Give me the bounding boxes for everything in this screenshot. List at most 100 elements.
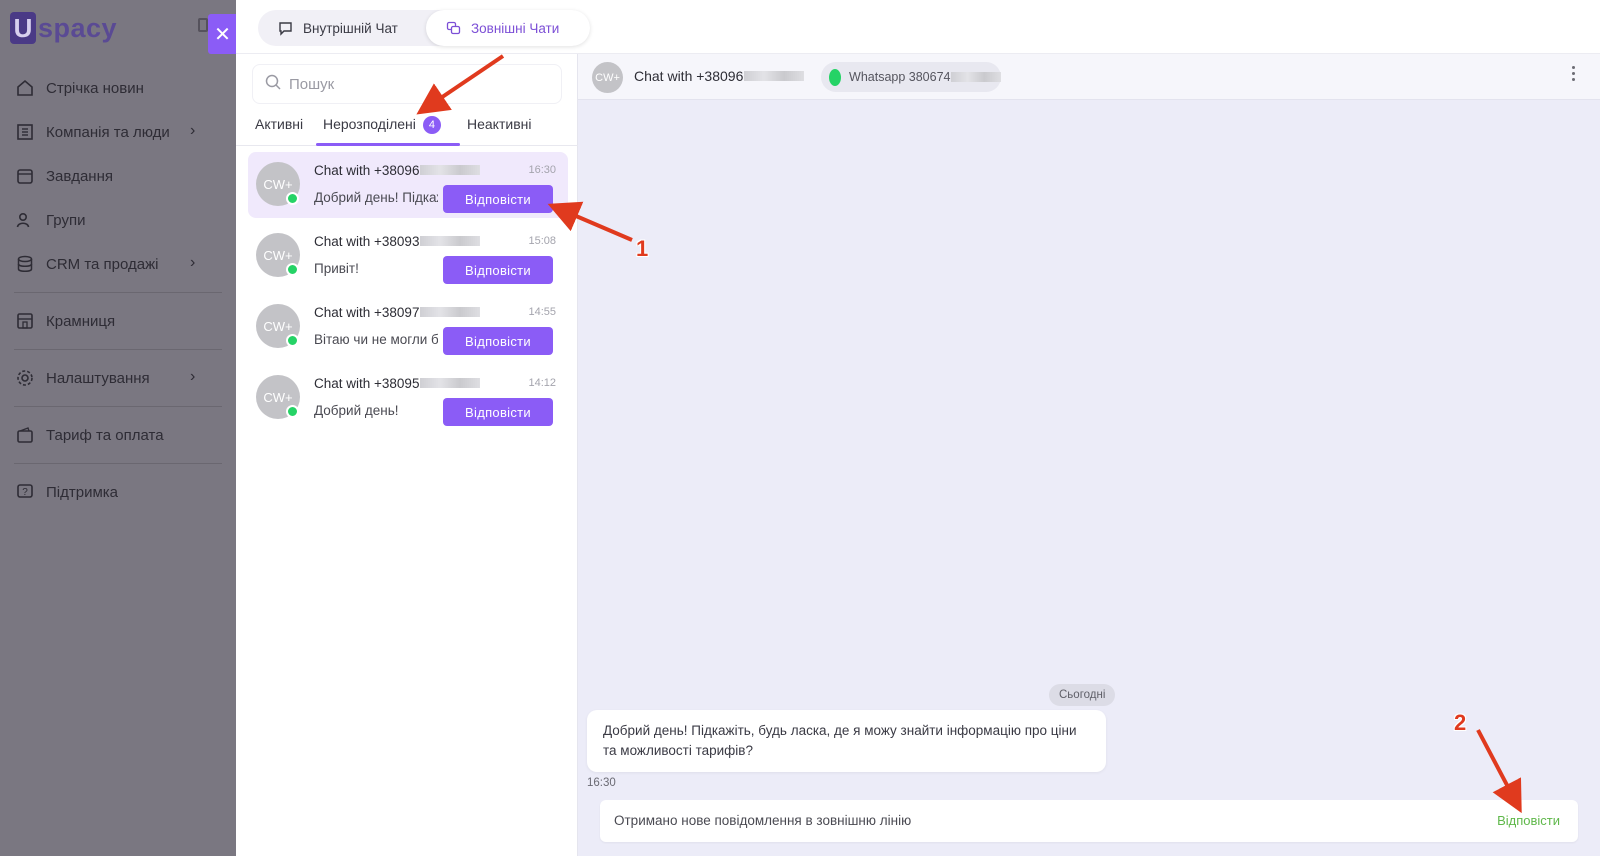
new-message-notice: Отримано нове повідомлення в зовнішню лі… xyxy=(600,800,1578,842)
sidebar-nav: Стрічка новин Компанія та люди › Завданн… xyxy=(0,66,236,514)
sidebar-item-store[interactable]: Крамниця xyxy=(0,299,236,343)
count-badge: 4 xyxy=(422,116,441,134)
sidebar-item-settings[interactable]: Налаштування › xyxy=(0,356,236,400)
sidebar-item-label: Тариф та оплата xyxy=(46,426,164,444)
chat-list-item[interactable]: CW+ Chat with +38096 16:30 Добрий день! … xyxy=(248,152,568,218)
sidebar-item-support[interactable]: ? Підтримка xyxy=(0,470,236,514)
sidebar-item-label: Налаштування xyxy=(46,369,150,387)
chat-list-item[interactable]: CW+ Chat with +38093 15:08 Привіт! Відпо… xyxy=(248,223,568,289)
sidebar-item-label: Крамниця xyxy=(46,312,116,330)
chevron-right-icon: › xyxy=(190,254,196,271)
avatar: CW+ xyxy=(592,62,623,93)
chevron-right-icon: › xyxy=(190,368,196,385)
sidebar-item-label: Стрічка новин xyxy=(46,79,144,97)
search-box xyxy=(252,64,562,104)
chat-bubble-icon xyxy=(278,21,293,36)
whatsapp-icon xyxy=(286,334,299,347)
annotation-number-1: 1 xyxy=(636,236,649,261)
logo: U spacy xyxy=(10,12,117,44)
divider xyxy=(14,406,222,407)
close-button[interactable]: ✕ xyxy=(208,14,237,54)
chat-preview: Вітаю чи не могли б xyxy=(314,332,438,347)
gear-icon xyxy=(14,368,36,388)
chat-name: Chat with +38096 xyxy=(314,163,481,178)
whatsapp-icon xyxy=(286,405,299,418)
external-chats-tab[interactable]: Зовнішні Чати xyxy=(426,10,590,46)
whatsapp-icon xyxy=(286,192,299,205)
redacted-digits xyxy=(420,378,481,388)
sidebar-item-company[interactable]: Компанія та люди › xyxy=(0,110,236,154)
tab-inactive[interactable]: Неактивні xyxy=(467,116,531,132)
chat-list-item[interactable]: CW+ Chat with +38095 14:12 Добрий день! … xyxy=(248,365,568,431)
divider xyxy=(14,349,222,350)
annotation-number-2: 2 xyxy=(1454,710,1467,735)
external-chats-label: Зовнішні Чати xyxy=(471,20,560,36)
redacted-digits xyxy=(744,71,805,81)
more-menu-icon[interactable] xyxy=(1572,66,1578,81)
message-time: 16:30 xyxy=(587,777,616,789)
redacted-digits xyxy=(951,72,1001,82)
conversation-header: CW+ Chat with +38096 Whatsapp 380674 xyxy=(578,54,1600,100)
sidebar-item-billing[interactable]: Тариф та оплата xyxy=(0,413,236,457)
svg-text:?: ? xyxy=(22,487,28,498)
sidebar-item-label: Підтримка xyxy=(46,483,119,501)
divider xyxy=(14,292,222,293)
sidebar-item-label: Групи xyxy=(46,211,86,229)
chat-preview: Добрий день! Підкажіть xyxy=(314,190,438,205)
redacted-digits xyxy=(420,236,481,246)
internal-chat-label: Внутрішній Чат xyxy=(303,20,398,36)
conversation-title: Chat with +38096 xyxy=(634,68,805,84)
notice-text: Отримано нове повідомлення в зовнішню лі… xyxy=(614,813,912,828)
sidebar-item-groups[interactable]: Групи xyxy=(0,198,236,242)
chat-time: 15:08 xyxy=(528,235,556,247)
chat-name: Chat with +38093 xyxy=(314,234,481,249)
channel-chip: Whatsapp 380674 xyxy=(821,62,1001,92)
sidebar-item-tasks[interactable]: Завдання xyxy=(0,154,236,198)
wallet-icon xyxy=(14,425,36,445)
chat-time: 14:12 xyxy=(528,377,556,389)
tab-active[interactable]: Активні xyxy=(255,116,303,132)
search-icon xyxy=(265,74,281,95)
internal-chat-tab[interactable]: Внутрішній Чат xyxy=(258,10,426,46)
sidebar-item-label: Компанія та люди xyxy=(46,123,170,141)
sidebar-item-crm[interactable]: CRM та продажі › xyxy=(0,242,236,286)
chat-mode-switch: Внутрішній Чат Зовнішні Чати xyxy=(258,10,590,46)
tab-label: Нерозподілені xyxy=(323,116,416,132)
chat-topbar: Внутрішній Чат Зовнішні Чати xyxy=(236,0,1600,54)
sidebar-item-label: Завдання xyxy=(46,167,113,185)
divider xyxy=(14,463,222,464)
chat-preview: Добрий день! xyxy=(314,403,399,418)
redacted-digits xyxy=(420,307,481,317)
reply-button[interactable]: Відповісти xyxy=(443,398,553,426)
chat-list-item[interactable]: CW+ Chat with +38097 14:55 Вітаю чи не м… xyxy=(248,294,568,360)
chat-preview: Привіт! xyxy=(314,261,359,276)
notice-reply-link[interactable]: Відповісти xyxy=(1497,813,1560,828)
chats-icon xyxy=(446,21,461,36)
database-icon xyxy=(14,254,36,274)
chat-name: Chat with +38095 xyxy=(314,376,481,391)
calendar-icon xyxy=(14,166,36,186)
logo-text: spacy xyxy=(38,12,118,43)
help-icon: ? xyxy=(14,482,36,502)
users-icon xyxy=(14,210,36,230)
reply-button[interactable]: Відповісти xyxy=(443,185,553,213)
whatsapp-icon xyxy=(286,263,299,276)
reply-button[interactable]: Відповісти xyxy=(443,327,553,355)
panel-toggle-icon[interactable] xyxy=(198,18,208,32)
redacted-digits xyxy=(420,165,481,175)
search-input[interactable] xyxy=(289,75,539,93)
sidebar-item-label: CRM та продажі xyxy=(46,255,159,273)
reply-button[interactable]: Відповісти xyxy=(443,256,553,284)
tab-unassigned[interactable]: Нерозподілені 4 xyxy=(323,116,441,134)
tab-label: Активні xyxy=(255,116,304,132)
date-separator: Сьогодні xyxy=(1049,684,1116,706)
store-icon xyxy=(14,311,36,331)
home-icon xyxy=(14,78,36,98)
chevron-right-icon: › xyxy=(190,122,196,139)
active-tab-indicator xyxy=(316,143,460,146)
tab-label: Неактивні xyxy=(467,116,532,132)
channel-label: Whatsapp 380674 xyxy=(849,70,951,84)
chat-name: Chat with +38097 xyxy=(314,305,481,320)
whatsapp-icon xyxy=(829,68,842,86)
sidebar-item-news[interactable]: Стрічка новин xyxy=(0,66,236,110)
